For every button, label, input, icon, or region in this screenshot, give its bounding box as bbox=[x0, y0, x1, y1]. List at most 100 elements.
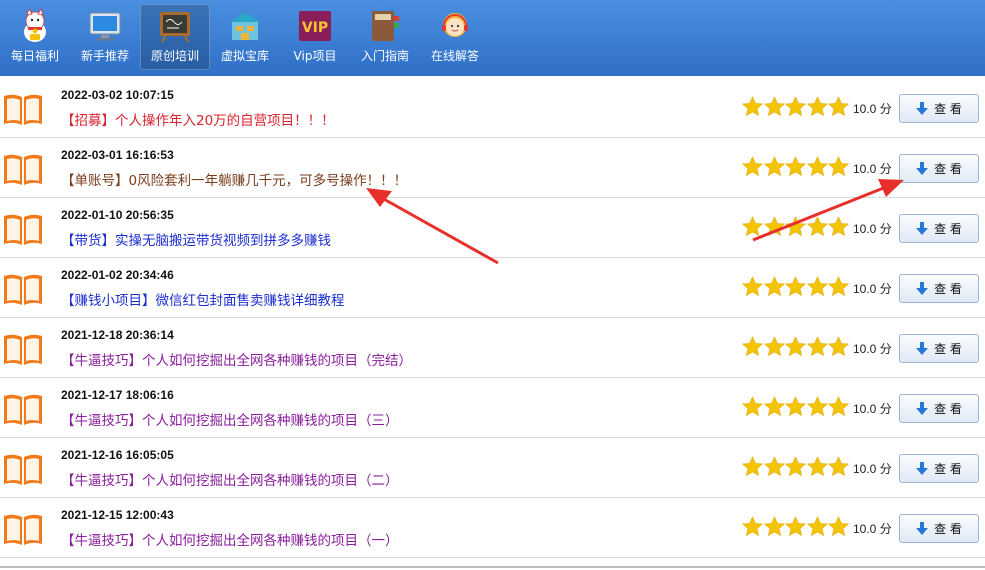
star-icon bbox=[828, 276, 849, 297]
star-icon bbox=[785, 396, 806, 417]
rating-stars bbox=[742, 396, 850, 417]
star-icon bbox=[763, 276, 785, 297]
nav-item-daily-welfare[interactable]: 每日福利 bbox=[0, 4, 70, 70]
lucky-cat-icon bbox=[24, 8, 46, 42]
view-button-label: 查 看 bbox=[934, 162, 962, 176]
chalkboard-icon bbox=[160, 12, 190, 43]
rating-score: 10.0 分 bbox=[853, 462, 892, 476]
star-icon bbox=[806, 456, 828, 477]
nav-item-vip-project[interactable]: VIP Vip项目 bbox=[280, 4, 350, 70]
star-icon bbox=[785, 456, 806, 477]
view-button-label: 查 看 bbox=[934, 462, 962, 476]
post-title-link[interactable]: 【单账号】0风险套利一年躺赚几千元，可多号操作！！！ bbox=[61, 169, 407, 189]
nav-item-virtual-treasury[interactable]: 虚拟宝库 bbox=[210, 4, 280, 70]
star-icon bbox=[763, 156, 785, 177]
post-date: 2021-12-15 12:00:43 bbox=[61, 508, 174, 522]
star-icon bbox=[806, 336, 828, 357]
list-item: 2022-03-01 16:16:53 【单账号】0风险套利一年躺赚几千元，可多… bbox=[0, 138, 985, 198]
star-icon bbox=[828, 516, 849, 537]
view-button-label: 查 看 bbox=[934, 522, 962, 536]
star-icon bbox=[742, 456, 763, 477]
download-arrow-icon bbox=[916, 342, 929, 355]
star-icon bbox=[828, 336, 849, 357]
star-icon bbox=[742, 336, 763, 357]
star-icon bbox=[785, 96, 806, 117]
star-icon bbox=[806, 396, 828, 417]
star-icon bbox=[742, 276, 763, 297]
open-book-icon bbox=[4, 394, 42, 425]
post-title-link[interactable]: 【牛逼技巧】个人如何挖掘出全网各种赚钱的项目（二） bbox=[61, 469, 399, 489]
view-button[interactable]: 查 看 bbox=[899, 514, 979, 543]
rating-score: 10.0 分 bbox=[853, 162, 892, 176]
star-icon bbox=[828, 216, 849, 237]
star-icon bbox=[742, 96, 763, 117]
star-icon bbox=[828, 396, 849, 417]
view-button-label: 查 看 bbox=[934, 342, 962, 356]
download-arrow-icon bbox=[916, 102, 929, 115]
list-item: 2021-12-17 18:06:16 【牛逼技巧】个人如何挖掘出全网各种赚钱的… bbox=[0, 378, 985, 438]
star-icon bbox=[742, 516, 763, 537]
nav-item-newbie-recommend[interactable]: 新手推荐 bbox=[70, 4, 140, 70]
rating-stars bbox=[742, 216, 850, 237]
star-icon bbox=[806, 216, 828, 237]
view-button[interactable]: 查 看 bbox=[899, 274, 979, 303]
list-item: 2022-01-10 20:56:35 【带货】实操无脑搬运带货视频到拼多多赚钱… bbox=[0, 198, 985, 258]
post-title-link[interactable]: 【牛逼技巧】个人如何挖掘出全网各种赚钱的项目（完结） bbox=[61, 349, 412, 369]
star-icon bbox=[763, 336, 785, 357]
rating-stars bbox=[742, 456, 850, 477]
star-icon bbox=[763, 216, 785, 237]
star-icon bbox=[763, 456, 785, 477]
download-arrow-icon bbox=[916, 222, 929, 235]
rating-score: 10.0 分 bbox=[853, 102, 892, 116]
nav-label: 新手推荐 bbox=[80, 49, 129, 63]
star-icon bbox=[806, 516, 828, 537]
star-icon bbox=[806, 96, 828, 117]
nav-label: Vip项目 bbox=[293, 49, 337, 63]
vip-badge-icon: VIP bbox=[299, 11, 331, 41]
nav-item-beginner-guide[interactable]: 入门指南 bbox=[350, 4, 420, 70]
view-button[interactable]: 查 看 bbox=[899, 394, 979, 423]
top-nav-bar: 每日福利 新手推荐 原创培训 虚拟宝库 VIP Vip项目 入门指南 在线解答 bbox=[0, 0, 985, 76]
view-button[interactable]: 查 看 bbox=[899, 154, 979, 183]
nav-item-online-answer[interactable]: 在线解答 bbox=[420, 4, 490, 70]
star-icon bbox=[742, 396, 763, 417]
open-book-icon bbox=[4, 154, 42, 185]
view-button[interactable]: 查 看 bbox=[899, 214, 979, 243]
view-button[interactable]: 查 看 bbox=[899, 334, 979, 363]
nav-label: 虚拟宝库 bbox=[220, 49, 269, 63]
post-title-link[interactable]: 【赚钱小项目】微信红包封面售卖赚钱详细教程 bbox=[61, 289, 345, 309]
star-icon bbox=[763, 516, 785, 537]
nav-label: 在线解答 bbox=[430, 49, 479, 63]
star-icon bbox=[785, 276, 806, 297]
star-icon bbox=[763, 396, 785, 417]
rating-score: 10.0 分 bbox=[853, 222, 892, 236]
warehouse-icon bbox=[230, 12, 260, 40]
list-item: 2021-12-15 12:00:43 【牛逼技巧】个人如何挖掘出全网各种赚钱的… bbox=[0, 498, 985, 558]
rating-stars bbox=[742, 336, 850, 357]
support-agent-icon bbox=[442, 13, 468, 37]
star-icon bbox=[763, 96, 785, 117]
post-title-link[interactable]: 【牛逼技巧】个人如何挖掘出全网各种赚钱的项目（三） bbox=[61, 409, 399, 429]
nav-label: 入门指南 bbox=[360, 49, 409, 63]
rating-stars bbox=[742, 156, 850, 177]
post-date: 2022-03-02 10:07:15 bbox=[61, 88, 174, 102]
rating-stars bbox=[742, 276, 850, 297]
view-button[interactable]: 查 看 bbox=[899, 454, 979, 483]
open-book-icon bbox=[4, 334, 42, 365]
open-book-icon bbox=[4, 454, 42, 485]
post-title-link[interactable]: 【带货】实操无脑搬运带货视频到拼多多赚钱 bbox=[61, 229, 331, 249]
list-item: 2021-12-16 16:05:05 【牛逼技巧】个人如何挖掘出全网各种赚钱的… bbox=[0, 438, 985, 498]
post-date: 2021-12-18 20:36:14 bbox=[61, 328, 174, 342]
post-title-link[interactable]: 【牛逼技巧】个人如何挖掘出全网各种赚钱的项目（一） bbox=[61, 529, 399, 549]
post-date: 2022-01-02 20:34:46 bbox=[61, 268, 174, 282]
star-icon bbox=[785, 336, 806, 357]
post-title-link[interactable]: 【招募】个人操作年入20万的自营项目！！！ bbox=[61, 109, 335, 129]
star-icon bbox=[785, 216, 806, 237]
nav-item-original-training[interactable]: 原创培训 bbox=[140, 4, 210, 70]
view-button-label: 查 看 bbox=[934, 102, 962, 116]
view-button[interactable]: 查 看 bbox=[899, 94, 979, 123]
star-icon bbox=[828, 456, 849, 477]
star-icon bbox=[742, 156, 763, 177]
post-date: 2022-03-01 16:16:53 bbox=[61, 148, 174, 162]
rating-score: 10.0 分 bbox=[853, 342, 892, 356]
